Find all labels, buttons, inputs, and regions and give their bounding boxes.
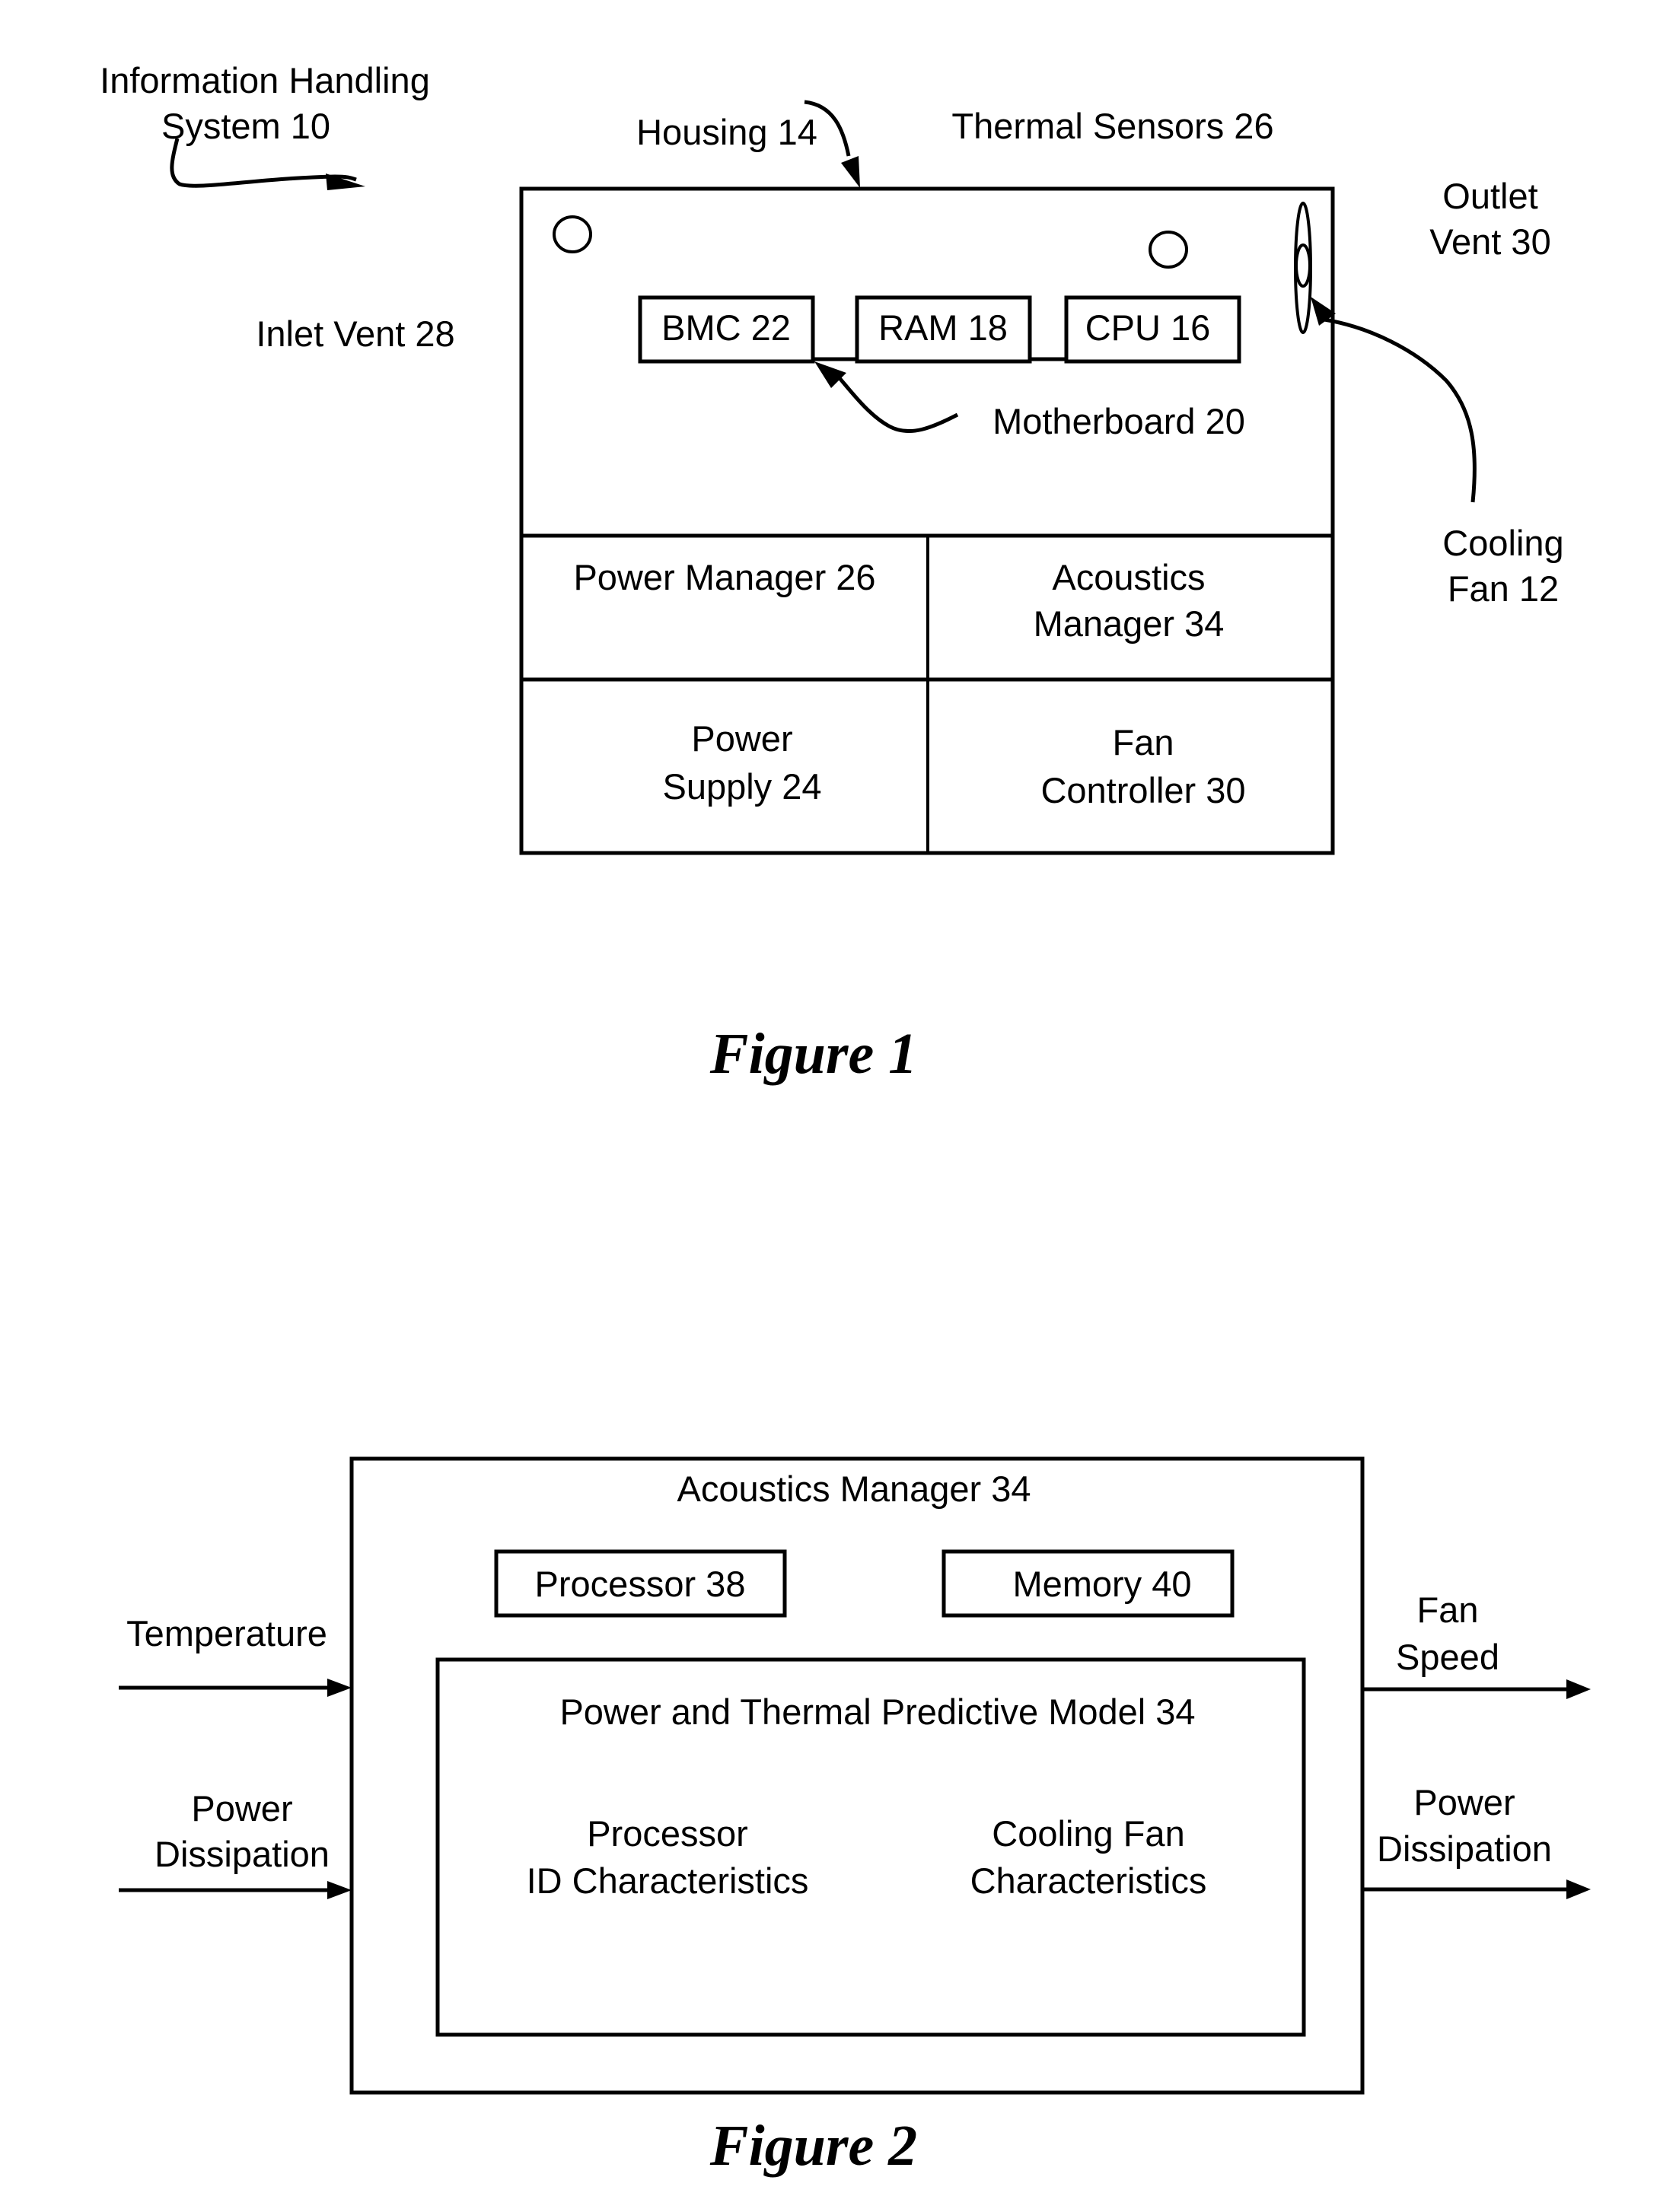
figure-1-caption: Figure 1 (709, 1022, 917, 1086)
fan-controller-label-line1: Fan (1113, 722, 1174, 762)
cooling-fan-characteristics-line1: Cooling Fan (992, 1813, 1184, 1854)
output-power-dissipation-label-line1: Power (1413, 1782, 1515, 1822)
arrowhead-input-temperature (327, 1679, 352, 1697)
processor-label: Processor 38 (535, 1564, 746, 1604)
label-motherboard: Motherboard 20 (992, 401, 1245, 441)
input-power-dissipation-label-line1: Power (191, 1788, 292, 1828)
fan-controller-label-line2: Controller 30 (1040, 770, 1245, 810)
power-supply-label-line1: Power (691, 718, 792, 759)
label-cooling-fan-line2: Fan 12 (1448, 568, 1559, 609)
label-housing: Housing 14 (636, 112, 817, 152)
arrowhead-input-power-dissipation (327, 1881, 352, 1899)
cooling-fan-icon-inner (1295, 243, 1311, 288)
power-manager-label: Power Manager 26 (573, 557, 875, 597)
processor-id-characteristics-line2: ID Characteristics (527, 1860, 809, 1901)
thermal-sensor-icon-right (1149, 231, 1188, 269)
figure-2-caption: Figure 2 (709, 2114, 917, 2178)
bmc-label: BMC 22 (661, 307, 791, 348)
acoustics-manager-title: Acoustics Manager 34 (677, 1469, 1031, 1509)
output-fan-speed-label-line1: Fan (1417, 1590, 1479, 1630)
leader-arrow-motherboard (833, 371, 959, 434)
label-outlet-vent-line1: Outlet (1442, 176, 1537, 216)
cooling-fan-characteristics-line2: Characteristics (970, 1860, 1207, 1901)
predictive-model-title: Power and Thermal Predictive Model 34 (559, 1692, 1195, 1732)
figure-1: Information Handling System 10 Housing 1… (100, 60, 1564, 1086)
arrowhead-output-power-dissipation (1566, 1879, 1591, 1899)
label-inlet-vent: Inlet Vent 28 (256, 313, 454, 354)
label-outlet-vent-line2: Vent 30 (1429, 221, 1550, 262)
cpu-label: CPU 16 (1085, 307, 1211, 348)
acoustics-manager-box (349, 1456, 1365, 2095)
label-thermal-sensors: Thermal Sensors 26 (951, 106, 1273, 146)
input-power-dissipation-label-line2: Dissipation (155, 1834, 330, 1874)
leader-arrow-cooling-fan (1324, 317, 1477, 503)
processor-id-characteristics-line1: Processor (587, 1813, 748, 1854)
power-supply-label-line2: Supply 24 (662, 766, 821, 807)
ram-label: RAM 18 (878, 307, 1008, 348)
output-power-dissipation-label-line2: Dissipation (1377, 1828, 1552, 1869)
memory-label: Memory 40 (1012, 1564, 1191, 1604)
arrowhead-output-fan-speed (1566, 1679, 1591, 1699)
label-information-handling-system-line1: Information Handling (100, 60, 430, 100)
output-fan-speed-label-line2: Speed (1396, 1637, 1499, 1677)
label-information-handling-system-line2: System 10 (161, 106, 330, 146)
patent-drawing-sheet: Information Handling System 10 Housing 1… (100, 60, 1591, 2178)
arrowhead-motherboard (814, 361, 846, 388)
label-cooling-fan-line1: Cooling (1442, 523, 1563, 563)
thermal-sensor-icon-left (553, 215, 592, 253)
arrowhead-housing (841, 156, 860, 188)
acoustics-manager-label-line2: Manager 34 (1034, 603, 1225, 644)
acoustics-manager-label-line1: Acoustics (1052, 557, 1205, 597)
input-temperature-label: Temperature (126, 1613, 327, 1653)
figure-2: Acoustics Manager 34 Processor 38 Memory… (119, 1456, 1591, 2178)
